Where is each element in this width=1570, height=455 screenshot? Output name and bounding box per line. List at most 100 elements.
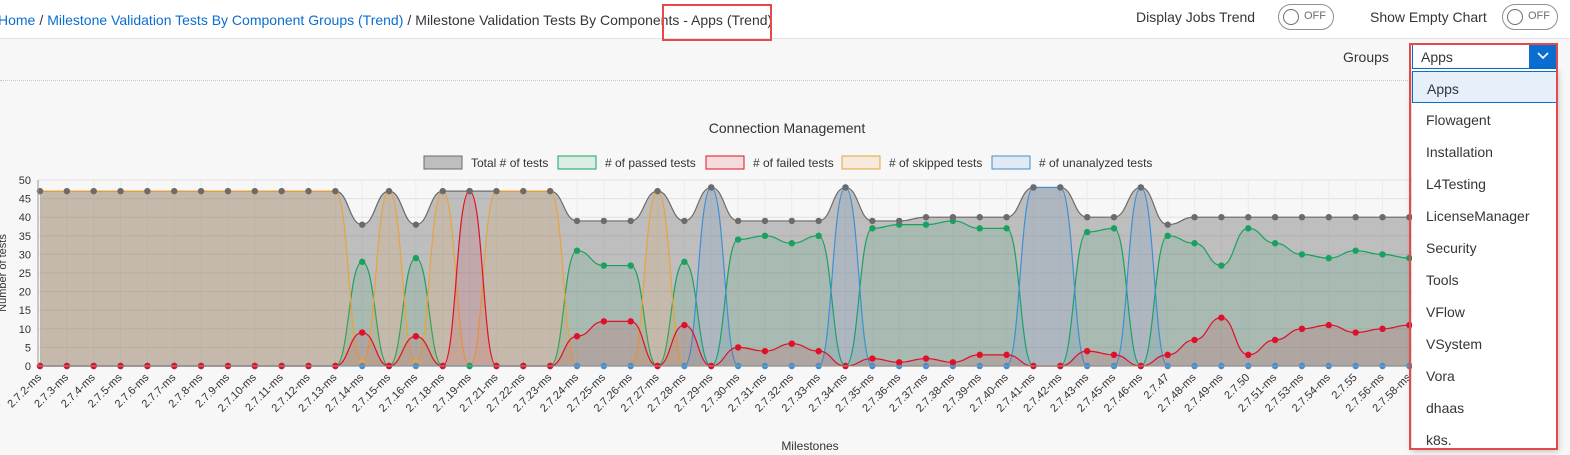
groups-option-dhaas[interactable]: dhaas <box>1412 391 1558 423</box>
breadcrumb-parent-link[interactable]: Milestone Validation Tests By Component … <box>47 12 403 28</box>
data-point-total[interactable] <box>627 217 634 225</box>
data-point-passed[interactable] <box>788 240 795 247</box>
data-point-total[interactable] <box>1083 214 1091 221</box>
data-point-total[interactable] <box>1191 214 1198 221</box>
legend-swatch-total[interactable] <box>423 155 463 170</box>
data-point-failed[interactable] <box>412 333 420 340</box>
data-point-total[interactable] <box>1245 214 1252 221</box>
data-point-failed[interactable] <box>1083 347 1091 355</box>
data-point-passed[interactable] <box>815 232 822 239</box>
data-point-total[interactable] <box>734 217 742 225</box>
data-point-total[interactable] <box>466 187 473 195</box>
legend-swatch-passed[interactable] <box>557 155 597 170</box>
data-point-passed[interactable] <box>761 232 769 239</box>
data-point-failed[interactable] <box>1352 329 1359 336</box>
groups-option-vflow[interactable]: VFlow <box>1412 295 1558 327</box>
data-point-total[interactable] <box>681 217 688 225</box>
data-point-total[interactable] <box>1271 214 1279 221</box>
data-point-total[interactable] <box>654 187 661 195</box>
groups-option-l4testing[interactable]: L4Testing <box>1412 167 1558 199</box>
data-point-total[interactable] <box>63 187 71 195</box>
data-point-failed[interactable] <box>869 355 876 362</box>
breadcrumb-home-link[interactable]: Home <box>0 12 35 28</box>
data-point-total[interactable] <box>869 217 876 225</box>
legend-swatch-failed[interactable] <box>705 155 745 170</box>
data-point-total[interactable] <box>359 221 366 228</box>
data-point-total[interactable] <box>1137 184 1145 191</box>
chevron-down-icon[interactable] <box>1529 45 1557 68</box>
data-point-total[interactable] <box>117 187 124 195</box>
data-point-total[interactable] <box>788 217 795 225</box>
groups-option-apps[interactable]: Apps <box>1412 71 1558 103</box>
data-point-passed[interactable] <box>734 236 742 243</box>
data-point-total[interactable] <box>1298 214 1306 221</box>
display-jobs-trend-toggle[interactable]: OFF <box>1278 4 1334 30</box>
data-point-failed[interactable] <box>1164 351 1171 359</box>
data-point-failed[interactable] <box>1110 351 1118 359</box>
data-point-failed[interactable] <box>788 340 795 347</box>
data-point-total[interactable] <box>493 187 500 195</box>
data-point-total[interactable] <box>520 187 527 195</box>
data-point-failed[interactable] <box>573 333 581 340</box>
data-point-failed[interactable] <box>815 347 822 355</box>
groups-select[interactable]: Apps <box>1412 44 1558 69</box>
data-point-failed[interactable] <box>1191 336 1198 344</box>
groups-option-k8s[interactable]: k8s. <box>1412 423 1558 455</box>
data-point-failed[interactable] <box>896 359 903 366</box>
groups-option-vsystem[interactable]: VSystem <box>1412 327 1558 359</box>
data-point-passed[interactable] <box>412 254 420 262</box>
data-point-total[interactable] <box>278 187 285 195</box>
data-point-passed[interactable] <box>1083 228 1091 236</box>
data-point-passed[interactable] <box>1271 240 1279 247</box>
data-point-total[interactable] <box>224 187 232 195</box>
data-point-total[interactable] <box>1352 214 1359 221</box>
show-empty-chart-toggle[interactable]: OFF <box>1502 4 1558 30</box>
data-point-failed[interactable] <box>1298 325 1306 332</box>
data-point-total[interactable] <box>708 184 715 191</box>
data-point-passed[interactable] <box>1352 247 1359 254</box>
data-point-failed[interactable] <box>600 318 608 325</box>
data-point-total[interactable] <box>922 214 930 221</box>
data-point-total[interactable] <box>1003 214 1010 221</box>
data-point-failed[interactable] <box>1003 351 1010 359</box>
data-point-failed[interactable] <box>681 321 688 329</box>
data-point-total[interactable] <box>1218 214 1225 221</box>
data-point-passed[interactable] <box>1003 225 1010 232</box>
data-point-failed[interactable] <box>976 351 983 359</box>
data-point-failed[interactable] <box>1379 325 1386 332</box>
data-point-total[interactable] <box>842 184 849 191</box>
data-point-passed[interactable] <box>1298 251 1306 258</box>
data-point-total[interactable] <box>197 187 205 195</box>
data-point-total[interactable] <box>761 217 769 225</box>
groups-option-licensemanager[interactable]: LicenseManager <box>1412 199 1558 231</box>
groups-option-installation[interactable]: Installation <box>1412 135 1558 167</box>
data-point-total[interactable] <box>976 214 983 221</box>
data-point-total[interactable] <box>1110 214 1118 221</box>
groups-option-security[interactable]: Security <box>1412 231 1558 263</box>
data-point-total[interactable] <box>1379 214 1386 221</box>
data-point-passed[interactable] <box>627 262 634 269</box>
data-point-passed[interactable] <box>869 225 876 232</box>
data-point-passed[interactable] <box>1218 262 1225 269</box>
data-point-passed[interactable] <box>359 258 366 266</box>
data-point-passed[interactable] <box>681 258 688 266</box>
data-point-failed[interactable] <box>734 344 742 351</box>
data-point-total[interactable] <box>949 214 957 221</box>
data-point-passed[interactable] <box>922 221 930 228</box>
data-point-total[interactable] <box>412 221 420 228</box>
data-point-total[interactable] <box>896 217 903 225</box>
data-point-total[interactable] <box>815 217 822 225</box>
data-point-failed[interactable] <box>922 355 930 362</box>
data-point-passed[interactable] <box>1245 225 1252 232</box>
data-point-total[interactable] <box>600 217 608 225</box>
data-point-total[interactable] <box>1325 214 1333 221</box>
data-point-passed[interactable] <box>1110 225 1118 232</box>
data-point-failed[interactable] <box>627 318 634 325</box>
data-point-total[interactable] <box>305 187 312 195</box>
data-point-total[interactable] <box>1030 184 1037 191</box>
data-point-passed[interactable] <box>976 225 983 232</box>
data-point-failed[interactable] <box>761 347 769 355</box>
data-point-total[interactable] <box>439 187 446 195</box>
data-point-passed[interactable] <box>1325 254 1333 262</box>
groups-option-vora[interactable]: Vora <box>1412 359 1558 391</box>
